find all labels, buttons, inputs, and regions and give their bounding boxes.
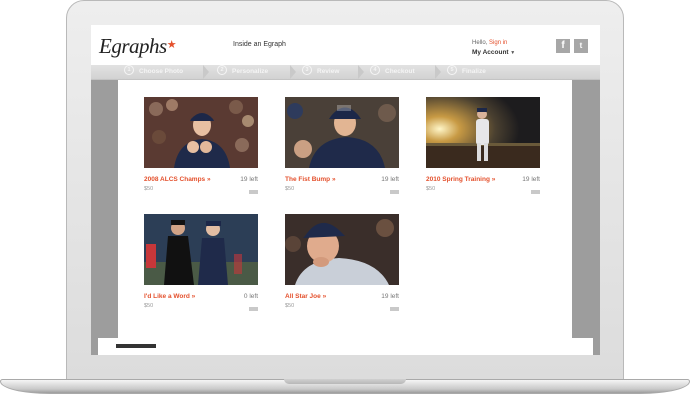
sign-in-link[interactable]: Sign in	[489, 40, 507, 46]
logo-text: Egraphs	[99, 34, 167, 58]
photo-grid: 2008 ALCS Champs » 19 left $50 The Fist …	[118, 80, 572, 338]
price: $50	[144, 186, 154, 192]
step-label: Personalize	[232, 68, 269, 75]
step-label: Checkout	[385, 68, 415, 75]
product-photo[interactable]	[144, 214, 258, 285]
step-number: 2	[217, 65, 227, 76]
price: $50	[144, 303, 154, 309]
step-number: 1	[124, 65, 134, 76]
product-card[interactable]: The Fist Bump » 19 left $50	[285, 97, 399, 194]
step-choose-photo[interactable]: 1 Choose Photo	[124, 65, 183, 79]
product-title-link[interactable]: The Fist Bump »	[285, 176, 336, 183]
select-button[interactable]	[531, 190, 540, 194]
step-separator	[435, 65, 441, 79]
hello-text: Hello,	[472, 40, 488, 46]
step-label: Finalize	[462, 68, 486, 75]
product-card[interactable]: All Star Joe » 19 left $50	[285, 214, 399, 311]
step-label: Review	[317, 68, 340, 75]
select-button[interactable]	[390, 190, 399, 194]
product-card[interactable]: 2008 ALCS Champs » 19 left $50	[144, 97, 258, 194]
step-number: 3	[302, 65, 312, 76]
price: $50	[285, 303, 295, 309]
product-title-link[interactable]: All Star Joe »	[285, 293, 326, 300]
stock-count: 19 left	[522, 176, 540, 183]
step-label: Choose Photo	[139, 68, 184, 75]
page-footer	[98, 338, 593, 355]
footer-mark	[116, 344, 156, 348]
checkout-steps-bar: 1 Choose Photo 2 Personalize 3 Review 4 Chec…	[91, 65, 600, 80]
select-button[interactable]	[249, 190, 258, 194]
product-card[interactable]: 2010 Spring Training » 19 left $50	[426, 97, 540, 194]
stock-count: 0 left	[243, 293, 258, 300]
product-photo[interactable]	[426, 97, 540, 168]
step-separator	[203, 65, 209, 79]
step-number: 5	[447, 65, 457, 76]
laptop-notch	[284, 379, 406, 384]
step-separator	[358, 65, 364, 79]
stock-count: 19 left	[240, 176, 258, 183]
star-icon: ★	[166, 39, 177, 51]
twitter-icon[interactable]: t	[574, 39, 588, 53]
product-title-link[interactable]: 2008 ALCS Champs »	[144, 176, 211, 183]
step-checkout[interactable]: 4 Checkout	[370, 65, 415, 79]
account-box: Hello, Sign in My Account ▼	[472, 39, 515, 58]
browser-screen: Egraphs★ Inside an Egraph Hello, Sign in…	[91, 25, 600, 355]
egraphs-logo[interactable]: Egraphs★	[99, 34, 177, 59]
product-title-link[interactable]: 2010 Spring Training »	[426, 176, 495, 183]
price: $50	[426, 186, 436, 192]
select-button[interactable]	[390, 307, 399, 311]
price: $50	[285, 186, 295, 192]
stock-count: 19 left	[381, 293, 399, 300]
select-button[interactable]	[249, 307, 258, 311]
step-number: 4	[370, 65, 380, 76]
step-separator	[290, 65, 296, 79]
site-header: Egraphs★ Inside an Egraph Hello, Sign in…	[91, 25, 600, 65]
facebook-icon[interactable]: f	[556, 39, 570, 53]
step-personalize[interactable]: 2 Personalize	[217, 65, 268, 79]
chevron-down-icon: ▼	[510, 50, 516, 56]
product-photo[interactable]	[144, 97, 258, 168]
stock-count: 19 left	[381, 176, 399, 183]
product-photo[interactable]	[285, 214, 399, 285]
step-finalize[interactable]: 5 Finalize	[447, 65, 486, 79]
product-photo[interactable]	[285, 97, 399, 168]
my-account-label: My Account	[472, 49, 509, 56]
step-review[interactable]: 3 Review	[302, 65, 339, 79]
product-card[interactable]: I'd Like a Word » 0 left $50	[144, 214, 258, 311]
inside-an-egraph-link[interactable]: Inside an Egraph	[233, 41, 286, 48]
my-account-menu[interactable]: My Account ▼	[472, 48, 515, 58]
product-title-link[interactable]: I'd Like a Word »	[144, 293, 195, 300]
